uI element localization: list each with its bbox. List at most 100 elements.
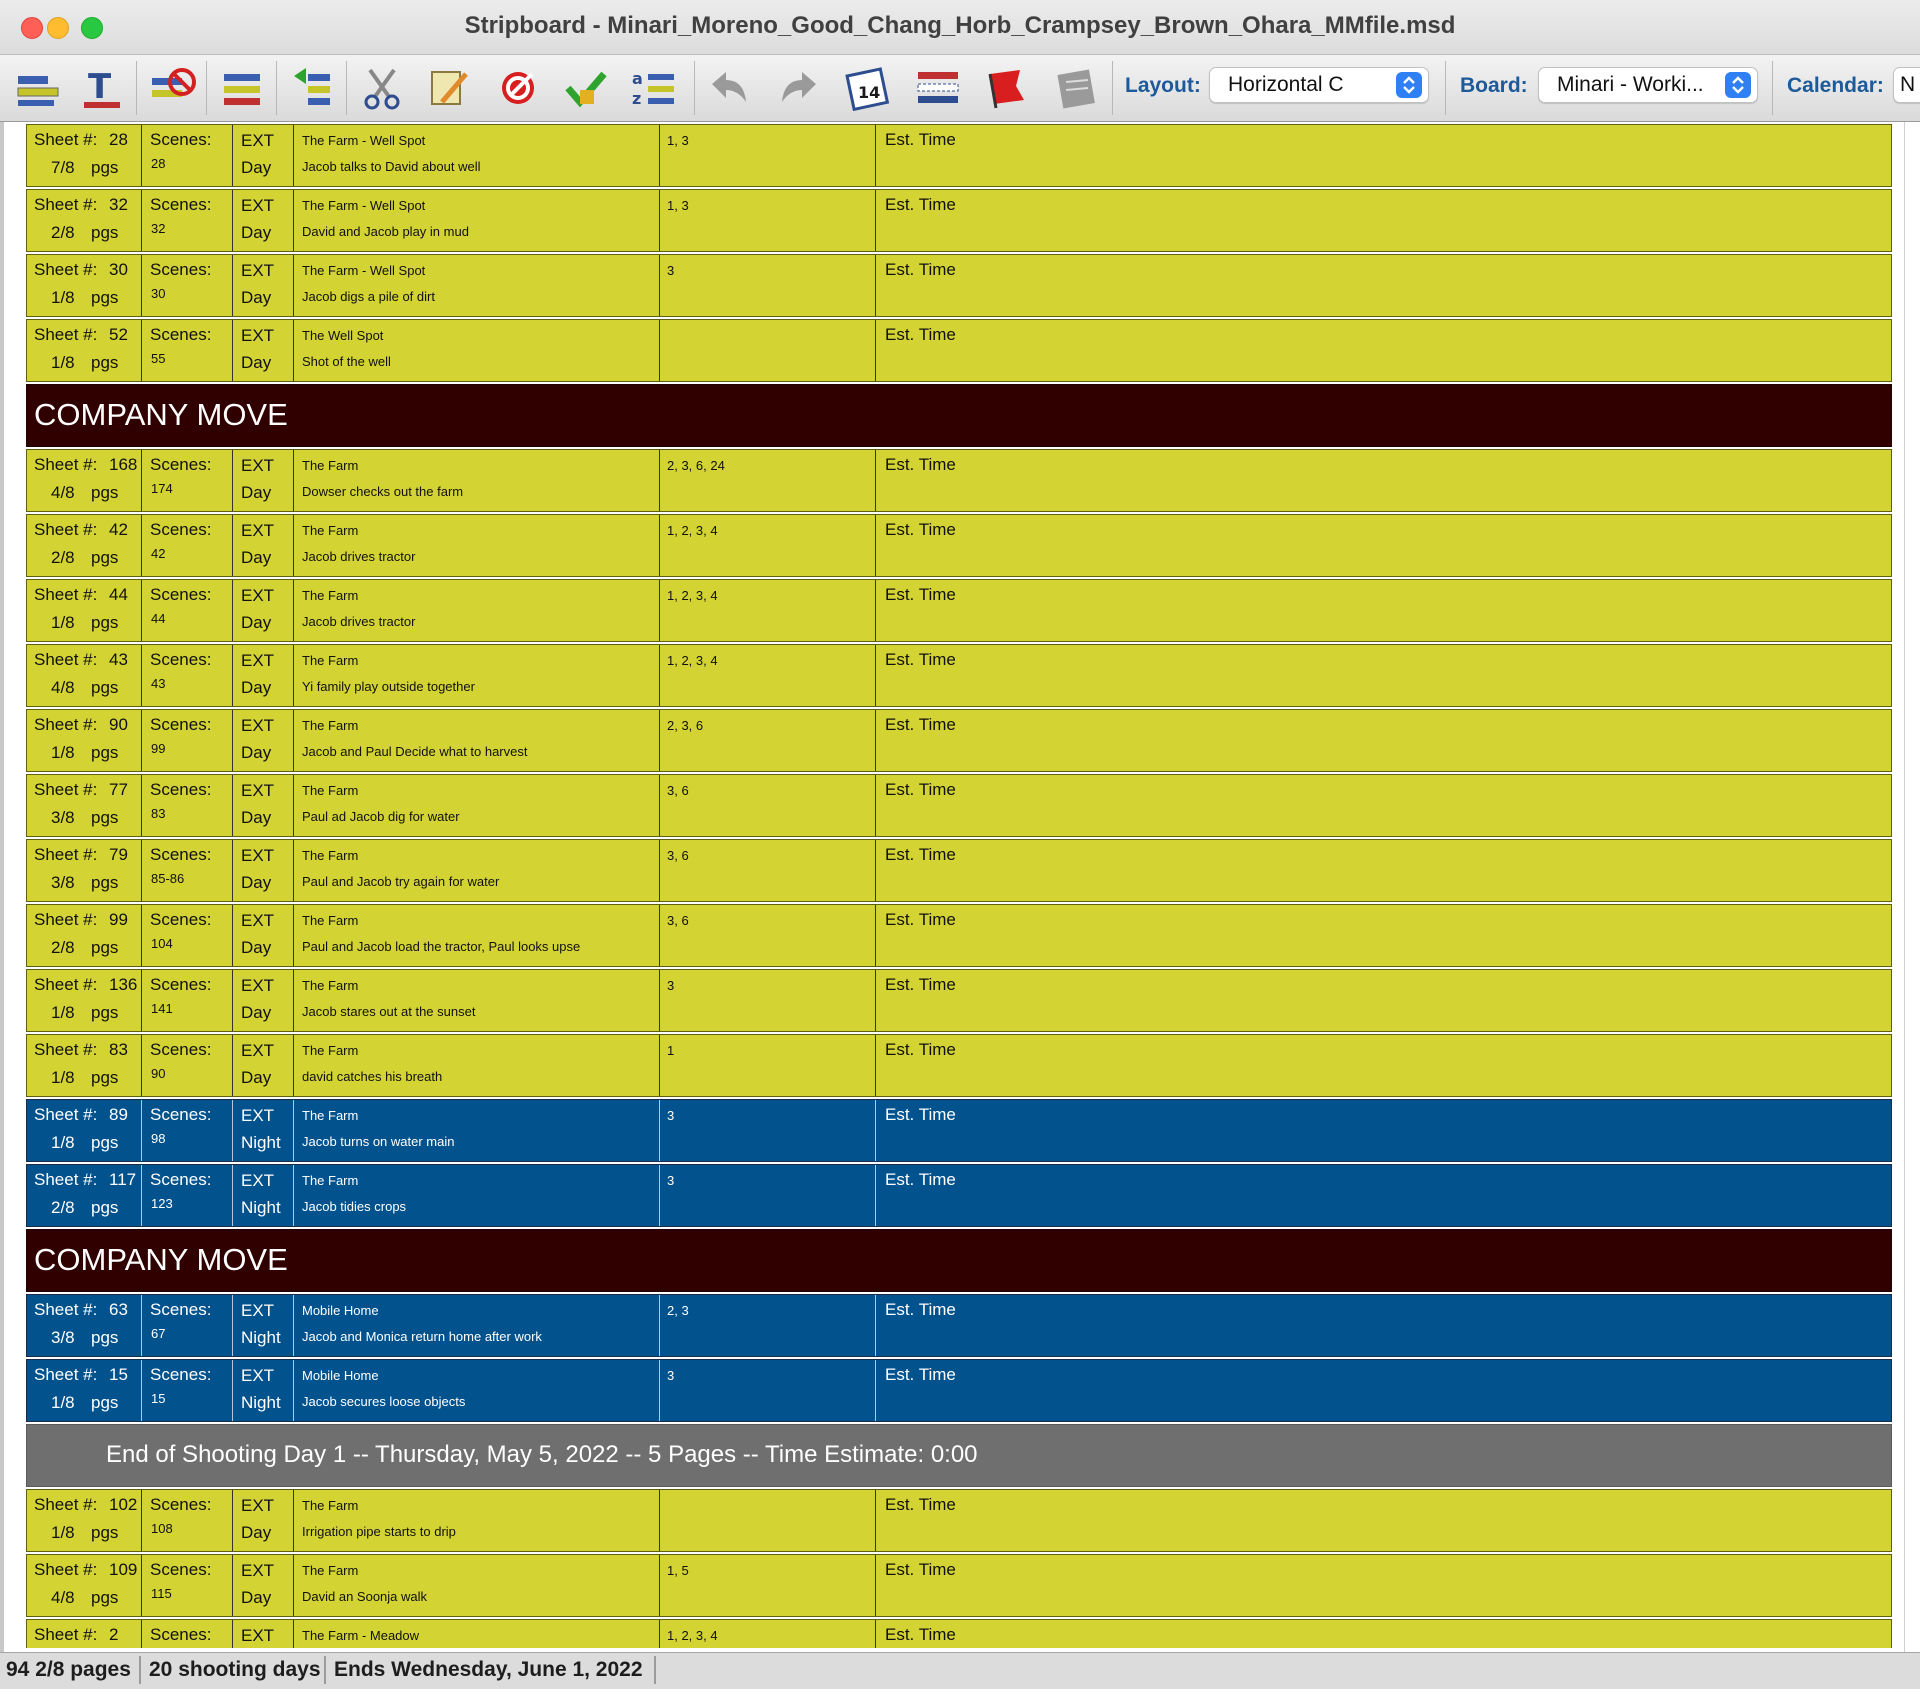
strip-row[interactable]: Sheet #:24/8pgsScenes:2EXTDayThe Farm - … [26,1619,1892,1648]
notes-button[interactable] [1046,59,1106,117]
layout-select[interactable]: Horizontal C [1209,67,1429,103]
int-ext: EXT [241,261,275,280]
pages-label: pgs [91,743,119,762]
strip-row[interactable]: Sheet #: 89 1/8 pgs Scenes: 98 EXT Night The Far… [26,1099,1892,1162]
scrollbar[interactable] [1904,122,1920,1652]
int-ext: EXT [241,196,275,215]
set-name: The Farm - Well Spot [302,263,426,278]
est-time-label: Est. Time [885,520,956,539]
strip-row[interactable]: Sheet #: 79 3/8 pgs Scenes: 85-86 EXT Day The Fa… [26,839,1892,902]
day-night: Day [241,1523,272,1542]
strip-cell: 1, 2, 3, 4 [660,515,876,576]
pages-label: pgs [91,873,119,892]
strip-row[interactable]: Sheet #: 44 1/8 pgs Scenes: 44 EXT Day The Farm J… [26,579,1892,642]
company-move-banner[interactable]: COMPANY MOVE [26,1229,1892,1292]
scene-description: david catches his breath [302,1069,443,1084]
int-ext: EXT [241,586,275,605]
strip-row[interactable]: Sheet #: 90 1/8 pgs Scenes: 99 EXT Day The Farm J… [26,709,1892,772]
strip-row[interactable]: Sheet #: 102 1/8 pgs Scenes: 108 EXT Day The Far… [26,1489,1892,1552]
calendar-button[interactable]: 14 [838,59,898,117]
scene-description: Irrigation pipe starts to drip [302,1524,456,1539]
strip-cell: The Farm Jacob and Paul Decide what to ha… [294,710,660,771]
company-move-banner[interactable]: COMPANY MOVE [26,384,1892,447]
strip-cell: Sheet #: 42 2/8 pgs [27,515,142,576]
strip-cell [660,1490,876,1551]
strip-row[interactable]: Sheet #: 52 1/8 pgs Scenes: 55 EXT Day The Well … [26,319,1892,382]
strip-row[interactable]: Sheet #: 15 1/8 pgs Scenes: 15 EXT Night Mobile … [26,1359,1892,1422]
strip-row[interactable]: Sheet #: 32 2/8 pgs Scenes: 32 EXT Day The Farm … [26,189,1892,252]
redo-button[interactable] [768,59,828,117]
strip-row[interactable]: Sheet #: 30 1/8 pgs Scenes: 30 EXT Day The Farm … [26,254,1892,317]
strip-row[interactable]: Sheet #: 168 4/8 pgs Scenes: 174 EXT Day The Far… [26,449,1892,512]
set-name: The Farm [302,913,359,928]
strip-row[interactable]: Sheet #: 43 4/8 pgs Scenes: 43 EXT Day The Farm Y… [26,644,1892,707]
strip-cell: EXTDay [233,1555,294,1616]
strip-row[interactable]: Sheet #: 117 2/8 pgs Scenes: 123 EXT Night The F… [26,1164,1892,1227]
int-ext: EXT [241,1366,275,1385]
scene-description: Paul ad Jacob dig for water [302,809,460,824]
scene-description: David and Jacob play in mud [302,224,469,239]
scenes-label: Scenes: [150,1300,212,1319]
strip-cell: EXTDay [233,1490,294,1551]
scenes-label: Scenes: [150,455,212,474]
set-name: The Farm [302,588,359,603]
cast-ids: 3 [667,1108,675,1123]
strip-cell: 1, 5 [660,1555,876,1616]
strip-cell: 1, 2, 3, 4 [660,580,876,641]
day-break-button[interactable] [212,59,272,117]
strip-row[interactable]: Sheet #: 63 3/8 pgs Scenes: 67 EXT Night Mobile … [26,1294,1892,1357]
text-strip-button[interactable]: T [72,59,132,117]
layout-list-button[interactable] [908,59,968,117]
sheet-label: Sheet #: [34,715,98,734]
set-name: The Farm [302,978,359,993]
strip-row[interactable]: Sheet #: 28 7/8 pgs Scenes: 28 EXT Day The Farm … [26,124,1892,187]
strip-row[interactable]: Sheet #: 42 2/8 pgs Scenes: 42 EXT Day The Farm J… [26,514,1892,577]
strip-cell: EXTDay [233,515,294,576]
sheet-label: Sheet #: [34,260,98,279]
day-break-banner[interactable]: End of Shooting Day 1 -- Thursday, May 5… [26,1424,1892,1487]
stripboard[interactable]: Sheet #: 28 7/8 pgs Scenes: 28 EXT Day The Farm … [26,124,1892,1648]
strip-row[interactable]: Sheet #: 109 4/8 pgs Scenes: 115 EXT Day The Far… [26,1554,1892,1617]
scene-description: Jacob and Monica return home after work [302,1329,542,1344]
day-night: Night [241,1133,281,1152]
day-night: Day [241,353,272,372]
flag-button[interactable] [976,59,1036,117]
sheet-label: Sheet #: [34,1170,98,1189]
no-sign-button[interactable] [488,59,548,117]
page-count: 1/8 [51,353,75,372]
strip-cell: Est. Time [876,320,1892,381]
strip-cell: Sheet #: 136 1/8 pgs [27,970,142,1031]
strip-row[interactable]: Sheet #: 136 1/8 pgs Scenes: 141 EXT Day The Far… [26,969,1892,1032]
est-time-label: Est. Time [885,1365,956,1384]
strip-cell: EXTDay [233,1620,294,1648]
strip-cell: 3 [660,1165,876,1226]
sort-button[interactable]: az [624,59,684,117]
strip-cell: 1 [660,1035,876,1096]
sheet-number: 63 [109,1300,128,1319]
layout-select-value: Horizontal C [1228,73,1344,96]
strip-cell: Est. Time [876,645,1892,706]
scene-number: 42 [151,546,166,561]
set-name: The Farm - Meadow [302,1628,420,1643]
strip-row[interactable]: Sheet #: 77 3/8 pgs Scenes: 83 EXT Day The Farm P… [26,774,1892,837]
cut-button[interactable] [352,59,412,117]
check-button[interactable] [556,59,616,117]
strip-cell: Est. Time [876,1100,1892,1161]
undo-button[interactable] [700,59,760,117]
strip-cell: Sheet #: 89 1/8 pgs [27,1100,142,1161]
sheet-label: Sheet #: [34,325,98,344]
move-strips-button[interactable] [282,59,342,117]
strip-row[interactable]: Sheet #: 83 1/8 pgs Scenes: 90 EXT Day The Farm d… [26,1034,1892,1097]
calendar-select[interactable]: N [1893,67,1920,103]
delete-strip-button[interactable] [142,59,202,117]
board-select[interactable]: Minari - Worki... [1538,67,1758,103]
strip-cell: 3, 6 [660,840,876,901]
day-night: Day [241,1068,272,1087]
page-count: 2/8 [51,223,75,242]
scene-description: Paul and Jacob try again for water [302,874,500,889]
edit-note-button[interactable] [418,59,478,117]
scene-description: Jacob and Paul Decide what to harvest [302,744,528,759]
insert-strip-button[interactable] [8,59,68,117]
strip-row[interactable]: Sheet #: 99 2/8 pgs Scenes: 104 EXT Day The Farm… [26,904,1892,967]
est-time-label: Est. Time [885,780,956,799]
